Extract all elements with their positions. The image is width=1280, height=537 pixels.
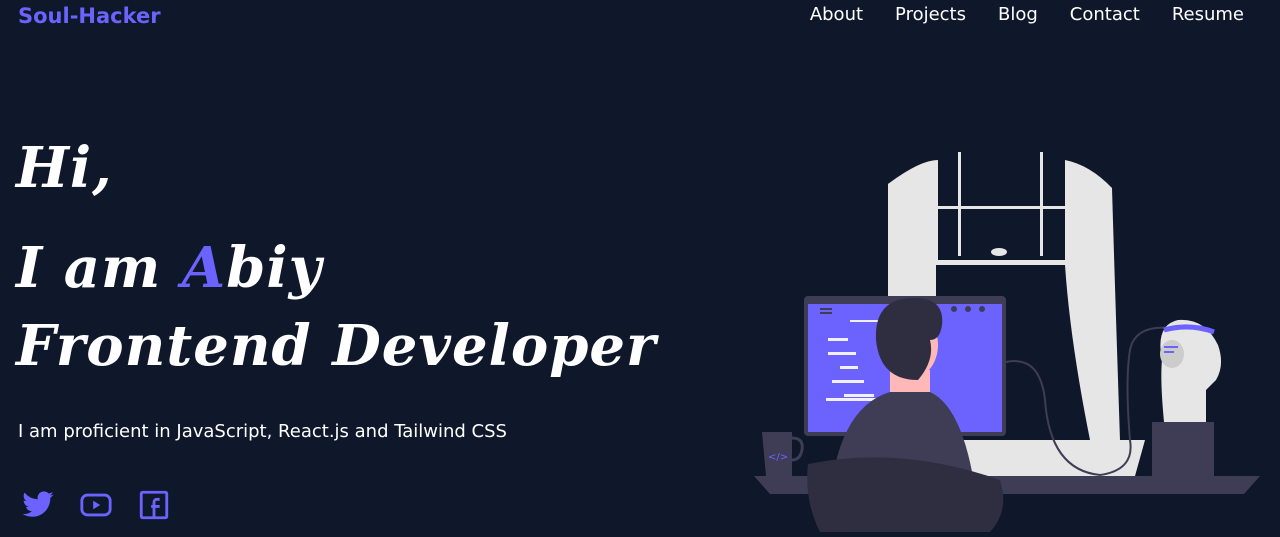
nav-about[interactable]: About (810, 4, 863, 25)
hero-name-accent: A (181, 235, 227, 301)
hero-tagline: I am proficient in JavaScript, React.js … (18, 421, 507, 442)
top-nav: Soul-Hacker About Projects Blog Contact … (0, 0, 1280, 34)
hero-name-rest: biy (226, 235, 323, 301)
social-links (20, 488, 172, 522)
hero-intro: I am Abiy (16, 240, 322, 296)
hero-greeting: Hi, (16, 135, 113, 201)
nav-blog[interactable]: Blog (998, 4, 1038, 25)
facebook-icon[interactable] (136, 488, 172, 522)
hero-intro-prefix: I am (16, 235, 182, 301)
nav-resume[interactable]: Resume (1172, 4, 1244, 25)
brand-logo[interactable]: Soul-Hacker (18, 4, 161, 28)
nav-links: About Projects Blog Contact Resume (810, 4, 1244, 25)
svg-text:</>: </> (768, 452, 788, 463)
nav-contact[interactable]: Contact (1070, 4, 1140, 25)
hero-role: Frontend Developer (16, 313, 657, 379)
youtube-icon[interactable] (78, 488, 114, 522)
nav-projects[interactable]: Projects (895, 4, 966, 25)
twitter-icon[interactable] (20, 488, 56, 522)
hero-illustration: </> (740, 140, 1280, 532)
